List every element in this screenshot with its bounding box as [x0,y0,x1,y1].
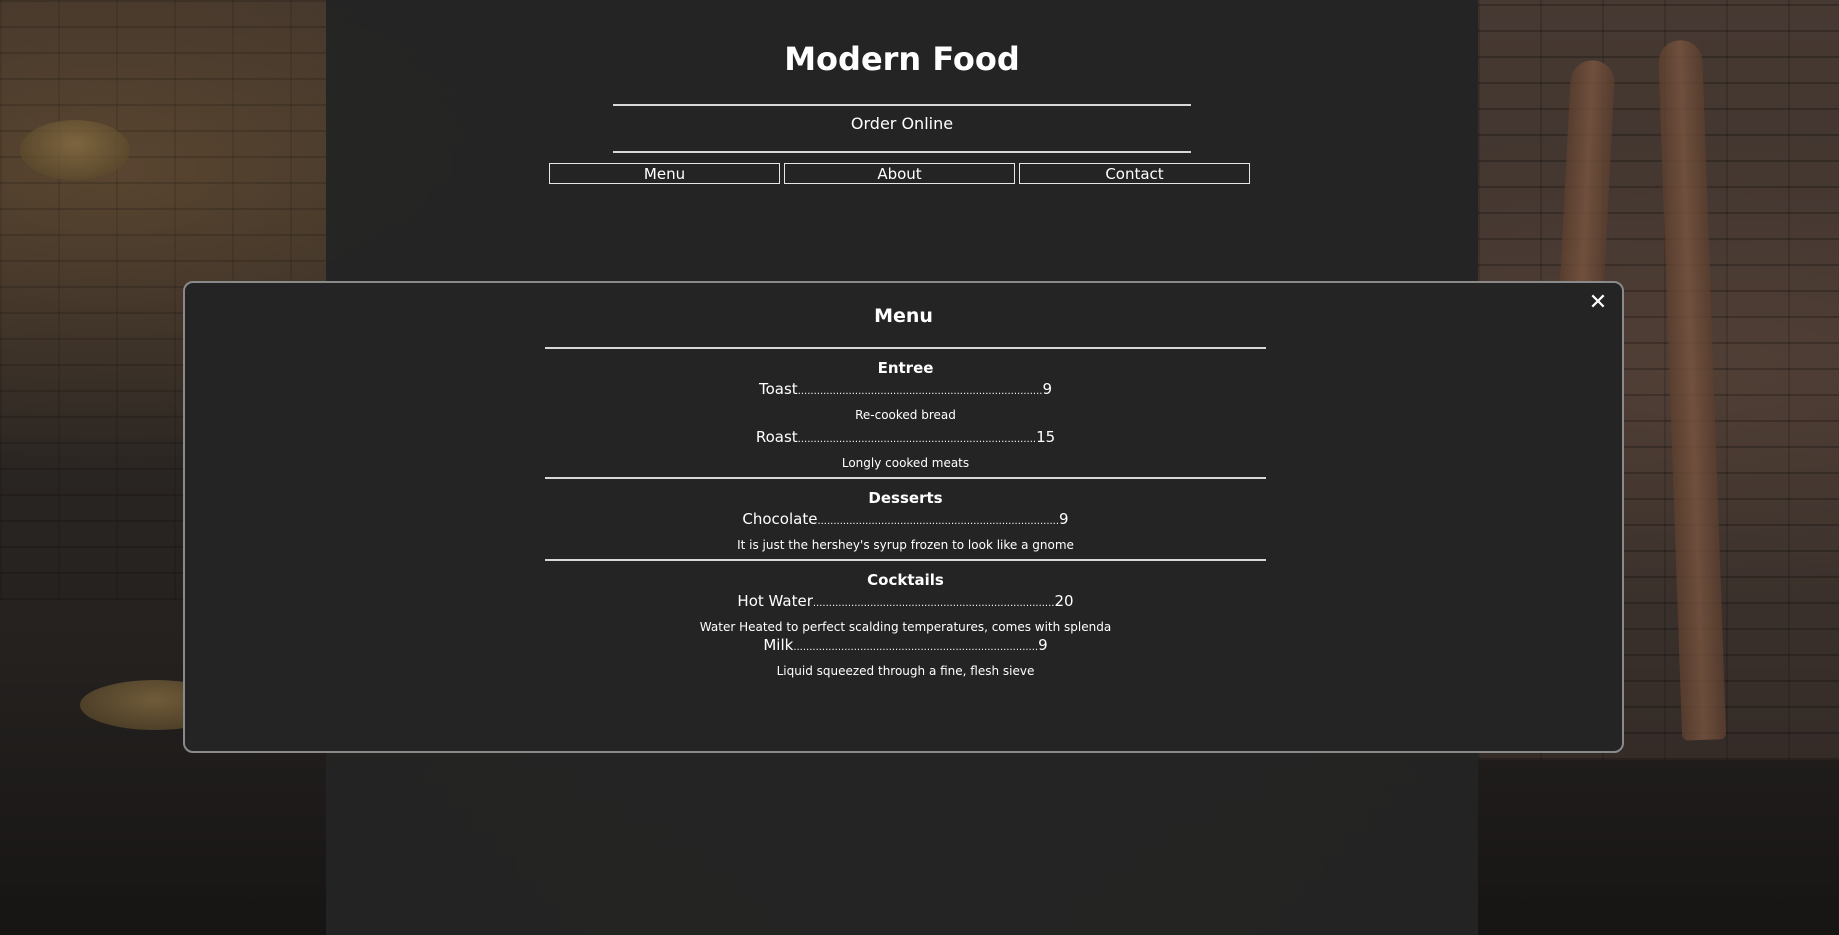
menu-item-name: Hot Water [737,592,813,610]
menu-item-name: Roast [755,428,798,446]
menu-section-entree: Entree Toast............................… [545,347,1266,471]
dot-leader: ........................................… [797,434,1037,445]
menu-item-line: Milk....................................… [545,635,1266,658]
menu-item-price: 9 [1059,510,1069,528]
menu-item-line: Roast...................................… [545,427,1266,450]
menu-item-line: Chocolate...............................… [545,509,1266,532]
header-divider-bottom [613,151,1191,153]
menu-item-price: 9 [1042,380,1052,398]
modal-title: Menu [874,305,933,327]
menu-item-description: Water Heated to perfect scalding tempera… [699,620,1112,634]
menu-item-line: Hot Water...............................… [545,591,1266,614]
menu-item-price: 9 [1038,636,1048,654]
menu-section-desserts: Desserts Chocolate......................… [545,477,1266,553]
section-title: Entree [877,359,934,377]
order-online-link[interactable]: Order Online [613,114,1191,133]
nav-about-button[interactable]: About [784,163,1015,184]
menu-item-price: 15 [1036,428,1056,446]
menu-item-name: Chocolate [742,510,818,528]
menu-item: Chocolate...............................… [545,509,1266,553]
menu-item: Roast...................................… [545,427,1266,471]
menu-item-line: Toast...................................… [545,379,1266,402]
main-nav: Menu About Contact [549,163,1256,184]
menu-item-description: It is just the hershey's syrup frozen to… [737,538,1074,552]
dot-leader: ........................................… [812,598,1055,609]
header-divider-top [613,104,1191,106]
menu-item-name: Toast [759,380,798,398]
section-title: Cocktails [867,571,944,589]
dot-leader: ........................................… [793,642,1039,653]
menu-list: Entree Toast............................… [545,347,1266,685]
menu-item: Milk....................................… [545,635,1266,679]
section-title: Desserts [868,489,943,507]
dot-leader: ........................................… [817,516,1060,527]
menu-item-name: Milk [763,636,794,654]
menu-item-price: 20 [1054,592,1074,610]
menu-item: Hot Water...............................… [545,591,1266,635]
menu-modal: ✕ Menu Entree Toast.....................… [183,281,1624,753]
background-stool [20,120,130,180]
nav-contact-button[interactable]: Contact [1019,163,1250,184]
nav-menu-button[interactable]: Menu [549,163,780,184]
menu-item-description: Longly cooked meats [841,456,970,470]
menu-item-description: Liquid squeezed through a fine, flesh si… [776,664,1035,678]
site-title: Modern Food [784,40,1020,78]
menu-item-description: Re-cooked bread [855,408,956,422]
dot-leader: ........................................… [797,386,1043,397]
menu-section-cocktails: Cocktails Hot Water.....................… [545,559,1266,679]
menu-item: Toast...................................… [545,379,1266,423]
